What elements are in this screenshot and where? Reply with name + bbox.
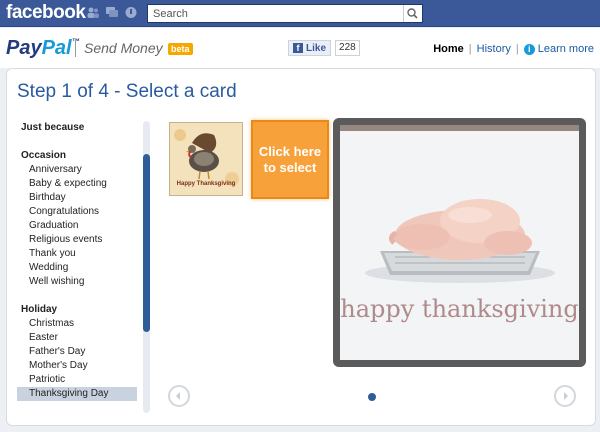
- category-item[interactable]: Father's Day: [17, 345, 137, 359]
- category-item[interactable]: Anniversary: [17, 163, 137, 177]
- carousel-next-button[interactable]: [554, 385, 576, 407]
- nav-home[interactable]: Home: [433, 43, 464, 55]
- nav-separator: |: [515, 43, 519, 55]
- thumbnail-caption: Happy Thanksgiving: [176, 181, 236, 187]
- app-title: Send Money: [84, 40, 163, 56]
- nav-separator: |: [468, 43, 472, 55]
- search-icon: [407, 8, 418, 19]
- category-just-because[interactable]: Just because: [17, 121, 137, 135]
- roast-turkey-image: [340, 125, 579, 360]
- paypal-logo[interactable]: PayPal™: [6, 37, 80, 60]
- nav-history[interactable]: History: [477, 43, 511, 55]
- beta-badge: beta: [168, 43, 193, 55]
- category-scrollbar-thumb[interactable]: [143, 154, 150, 332]
- card-preview[interactable]: happy thanksgiving: [340, 125, 579, 360]
- header-nav: Home | History | i Learn more: [433, 43, 594, 55]
- like-label: Like: [306, 42, 327, 54]
- facebook-like-widget: f Like 228: [288, 40, 360, 56]
- facebook-jewel-icons: [86, 6, 138, 19]
- card-selection-panel: Step 1 of 4 - Select a card Just because…: [6, 68, 596, 426]
- category-item[interactable]: Birthday: [17, 191, 137, 205]
- category-item[interactable]: Well wishing: [17, 275, 137, 289]
- select-prompt-line-1: Click here: [258, 144, 322, 159]
- card-thumbnail-selected[interactable]: Click here to select: [251, 120, 329, 199]
- header-divider: [75, 39, 76, 57]
- carousel-prev-button[interactable]: [168, 385, 190, 407]
- like-count: 228: [335, 40, 360, 56]
- like-button[interactable]: f Like: [288, 40, 332, 56]
- chevron-left-icon: [176, 392, 180, 400]
- friends-icon[interactable]: [86, 6, 100, 19]
- paypal-header: PayPal™ Send Money beta f Like 228 Home …: [0, 28, 600, 68]
- facebook-top-bar: facebook: [0, 0, 600, 27]
- select-prompt-line-2: to select: [263, 160, 317, 175]
- chevron-right-icon: [564, 392, 568, 400]
- facebook-f-icon: f: [293, 43, 303, 53]
- paypal-logo-pal: Pal: [41, 37, 72, 59]
- search-button[interactable]: [403, 5, 422, 22]
- category-item[interactable]: Wedding: [17, 261, 137, 275]
- messages-icon[interactable]: [105, 6, 119, 19]
- step-title: Step 1 of 4 - Select a card: [17, 81, 237, 102]
- facebook-logo[interactable]: facebook: [6, 2, 86, 24]
- category-item[interactable]: Thank you: [17, 247, 137, 261]
- category-list: Just because Occasion Anniversary Baby &…: [17, 121, 137, 413]
- facebook-search-box: [147, 4, 423, 23]
- paypal-logo-pay: Pay: [6, 37, 42, 59]
- category-item[interactable]: Graduation: [17, 219, 137, 233]
- category-item[interactable]: Patriotic: [17, 373, 137, 387]
- preview-message: happy thanksgiving: [340, 295, 579, 323]
- category-item[interactable]: Congratulations: [17, 205, 137, 219]
- card-preview-frame: happy thanksgiving: [333, 118, 586, 367]
- nav-learn-more[interactable]: i Learn more: [523, 43, 594, 55]
- category-heading-occasion: Occasion: [21, 150, 67, 161]
- notifications-icon[interactable]: [124, 6, 138, 19]
- search-input[interactable]: [148, 5, 402, 22]
- category-item-selected[interactable]: Thanksgiving Day: [17, 387, 137, 401]
- card-thumbnail-turkey[interactable]: Happy Thanksgiving: [169, 122, 243, 196]
- category-item[interactable]: Christmas: [17, 317, 137, 331]
- category-item[interactable]: Baby & expecting: [17, 177, 137, 191]
- category-item[interactable]: Religious events: [17, 233, 137, 247]
- learn-more-label: Learn more: [537, 43, 594, 55]
- category-item[interactable]: Mother's Day: [17, 359, 137, 373]
- category-item[interactable]: Easter: [17, 331, 137, 345]
- click-to-select-label: Click here to select: [253, 144, 327, 176]
- category-heading-holiday: Holiday: [21, 304, 58, 315]
- carousel-page-dot[interactable]: [368, 393, 376, 401]
- info-icon: i: [523, 44, 535, 55]
